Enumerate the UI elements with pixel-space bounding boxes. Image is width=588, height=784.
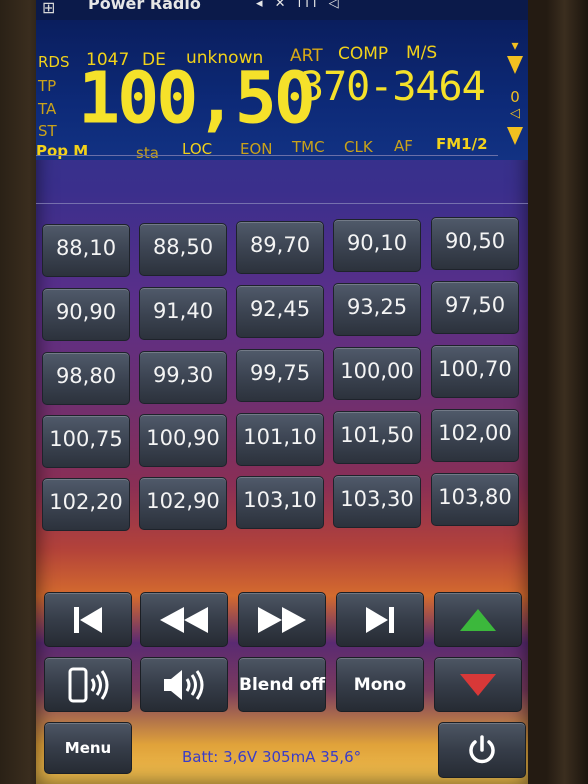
preset-button[interactable]: 102,20 [42, 478, 130, 531]
antenna-icon: ▾ [511, 38, 519, 54]
title-bar: ⊞ Power Radio ◂ ✕ ıll ◁ [36, 0, 528, 20]
seek-up-button[interactable] [238, 592, 326, 647]
preset-button[interactable]: 92,45 [236, 285, 324, 338]
preset-button[interactable]: 99,75 [236, 349, 324, 402]
preset-button[interactable]: 100,70 [431, 345, 519, 398]
tune-down-button[interactable] [434, 657, 522, 712]
phone-number-display: 370-3464 [300, 64, 486, 110]
prev-station-button[interactable] [44, 592, 132, 647]
clk-indicator: CLK [344, 138, 373, 156]
volume-bar-icon [507, 127, 523, 145]
skip-back-icon [74, 606, 102, 633]
preset-button[interactable]: 100,00 [333, 347, 421, 400]
ta-indicator: TA [38, 100, 57, 118]
preset-button[interactable]: 103,30 [333, 475, 421, 528]
speaker-icon: ◁ [510, 106, 520, 121]
pty-label: Pop M [36, 142, 89, 160]
sta-label: sta [136, 144, 159, 162]
preset-button[interactable]: 90,90 [42, 288, 130, 341]
preset-button[interactable]: 101,10 [236, 413, 324, 466]
signal-value: 0 [510, 88, 520, 106]
next-station-button[interactable] [336, 592, 424, 647]
radio-screen: ⊞ Power Radio ◂ ✕ ıll ◁ RDS 1047 DE unkn… [36, 0, 528, 784]
signal-bar-icon [507, 56, 523, 74]
battery-status: Batt: 3,6V 305mA 35,6° [182, 748, 362, 766]
windows-logo-icon[interactable]: ⊞ [42, 0, 55, 17]
preset-button[interactable]: 100,90 [139, 414, 227, 467]
rds-label: RDS [38, 53, 70, 71]
skip-forward-icon [366, 606, 394, 633]
signal-meter: ▾ 0 ◁ [506, 38, 524, 153]
preset-button[interactable]: 102,90 [139, 477, 227, 530]
tune-up-button[interactable] [434, 592, 522, 647]
af-indicator[interactable]: AF [394, 137, 413, 155]
speaker-volume-icon [164, 669, 204, 700]
preset-button[interactable]: 91,40 [139, 287, 227, 340]
preset-button[interactable]: 103,10 [236, 476, 324, 529]
power-icon [469, 735, 495, 764]
preset-button[interactable]: 101,50 [333, 411, 421, 464]
preset-divider [36, 203, 528, 204]
up-arrow-icon [460, 608, 496, 631]
preset-button[interactable]: 97,50 [431, 281, 519, 334]
phone-speaker-icon [68, 667, 109, 702]
preset-button[interactable]: 99,30 [139, 351, 227, 404]
speaker-button[interactable] [140, 657, 228, 712]
status-icons: ◂ ✕ ıll ◁ [256, 0, 343, 11]
comp-indicator: COMP [338, 44, 389, 64]
output-mode-button[interactable] [44, 657, 132, 712]
rewind-icon [160, 606, 208, 633]
mono-button[interactable]: Mono [336, 657, 424, 712]
preset-button[interactable]: 89,70 [236, 221, 324, 274]
preset-button[interactable]: 98,80 [42, 352, 130, 405]
band-indicator[interactable]: FM1/2 [436, 135, 488, 153]
preset-button[interactable]: 102,00 [431, 409, 519, 462]
rds-display: RDS 1047 DE unknown ART COMP M/S TP TA S… [36, 20, 528, 162]
preset-button[interactable]: 93,25 [333, 283, 421, 336]
seek-down-button[interactable] [140, 592, 228, 647]
lcd-divider [36, 155, 498, 156]
preset-button[interactable]: 88,10 [42, 224, 130, 277]
preset-button[interactable]: 100,75 [42, 415, 130, 468]
ms-indicator: M/S [406, 43, 438, 63]
blend-button[interactable]: Blend off [238, 657, 326, 712]
preset-button[interactable]: 90,50 [431, 217, 519, 270]
down-arrow-icon [460, 673, 496, 696]
frequency-display[interactable]: 100,50 [78, 62, 316, 133]
phone-frame: ⊞ Power Radio ◂ ✕ ıll ◁ RDS 1047 DE unkn… [0, 0, 588, 784]
tp-indicator: TP [38, 77, 57, 95]
power-button[interactable] [438, 722, 526, 778]
menu-button[interactable]: Menu [44, 722, 132, 774]
fast-forward-icon [258, 606, 306, 633]
app-title: Power Radio [88, 0, 201, 13]
tmc-indicator: TMC [292, 138, 325, 156]
preset-button[interactable]: 103,80 [431, 473, 519, 526]
st-indicator: ST [38, 122, 57, 140]
preset-button[interactable]: 90,10 [333, 219, 421, 272]
preset-button[interactable]: 88,50 [139, 223, 227, 276]
